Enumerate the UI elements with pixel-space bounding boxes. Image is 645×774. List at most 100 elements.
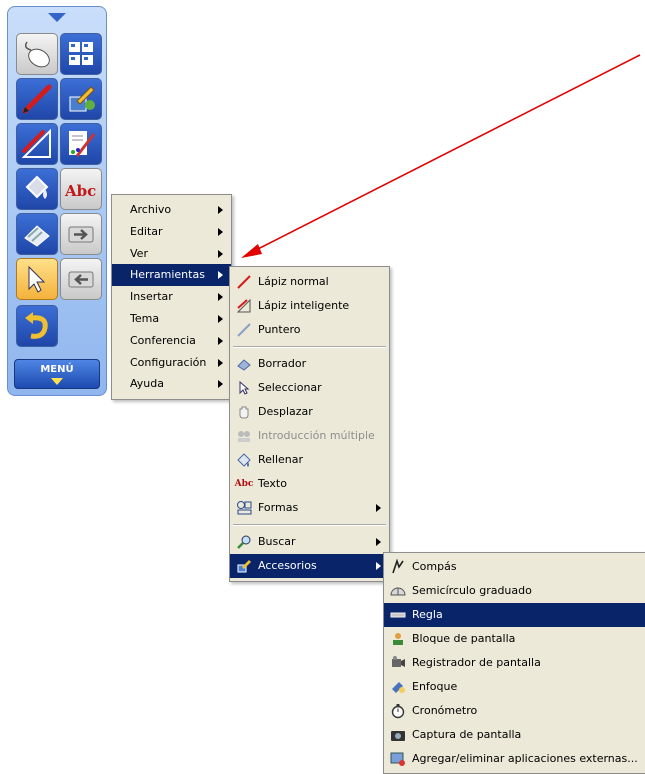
menu-item-label: Lápiz normal [258, 275, 329, 288]
page-sorter-button[interactable] [60, 33, 102, 75]
mouse-tool-button[interactable] [16, 33, 58, 75]
ruler-icon [390, 612, 406, 618]
menu-item-label: Introducción múltiple [258, 429, 375, 442]
menu-item-bloque-de-pantalla[interactable]: Bloque de pantalla [384, 627, 645, 651]
menu-item-accesorios[interactable]: Accesorios [230, 554, 389, 578]
menu-button-label: MENÚ [40, 364, 74, 375]
compass-icon [392, 559, 404, 574]
menu-item-archivo[interactable]: Archivo [112, 199, 231, 221]
menu-item-label: Texto [258, 477, 287, 490]
menu-item-texto[interactable]: Abc Texto [230, 472, 389, 496]
submenu-arrow-icon [218, 314, 223, 323]
main-menu: Archivo Editar Ver Herramientas Insertar… [111, 194, 232, 401]
menu-item-insertar[interactable]: Insertar [112, 286, 231, 308]
eraser-tool-button[interactable] [16, 213, 58, 255]
menu-item-lapiz-inteligente[interactable]: Lápiz inteligente [230, 294, 389, 318]
accessories-icon [237, 560, 251, 573]
menu-button[interactable]: MENÚ [14, 359, 100, 389]
smart-pen-button[interactable] [16, 123, 58, 165]
menu-item-label: Enfoque [412, 680, 458, 693]
menu-item-label: Desplazar [258, 405, 313, 418]
smart-pen-icon [236, 298, 251, 313]
undo-button[interactable] [16, 305, 58, 347]
screen-recorder-icon [392, 656, 405, 667]
svg-text:Abc: Abc [64, 182, 96, 200]
menu-item-label: Tema [130, 311, 160, 325]
screen-block-icon [393, 633, 403, 645]
accessories-tool-icon [69, 86, 95, 112]
menu-item-herramientas[interactable]: Herramientas [112, 264, 231, 287]
menu-item-label: Semicírculo graduado [412, 584, 532, 597]
tools-submenu: Lápiz normal Lápiz inteligente Puntero B… [229, 266, 390, 582]
select-tool-icon [28, 265, 46, 293]
menu-item-label: Accesorios [258, 559, 317, 572]
spotlight-icon [392, 682, 405, 693]
menu-item-seleccionar[interactable]: Seleccionar [230, 376, 389, 400]
menu-item-introduccion-multiple: Introducción múltiple [230, 424, 389, 448]
camera-icon [391, 731, 405, 741]
pen-tool-icon [22, 84, 52, 114]
text-tool-button[interactable]: Abc [60, 168, 102, 210]
select-arrow-icon [239, 380, 250, 395]
fill-tool-button[interactable] [16, 168, 58, 210]
menu-item-formas[interactable]: Formas [230, 496, 389, 520]
menu-item-label: Buscar [258, 535, 296, 548]
menu-item-label: Ayuda [130, 377, 164, 391]
menu-item-label: Lápiz inteligente [258, 299, 350, 312]
menu-item-label: Bloque de pantalla [412, 632, 516, 645]
previous-page-icon [68, 271, 94, 288]
shapes-icon [237, 501, 252, 515]
submenu-arrow-icon [218, 358, 223, 367]
hand-icon [239, 406, 249, 419]
menu-item-ayuda[interactable]: Ayuda [112, 373, 231, 395]
search-icon [237, 535, 251, 549]
accessories-tool-button[interactable] [60, 78, 102, 120]
submenu-arrow-icon [376, 538, 381, 546]
submenu-arrow-icon [218, 249, 223, 258]
menu-item-label: Compás [412, 560, 457, 573]
submenu-arrow-icon [376, 562, 381, 570]
previous-page-button[interactable] [60, 258, 102, 300]
menu-item-semicirculo-graduado[interactable]: Semicírculo graduado [384, 579, 645, 603]
menu-item-ver[interactable]: Ver [112, 243, 231, 265]
menu-item-editar[interactable]: Editar [112, 221, 231, 243]
menu-item-rellenar[interactable]: Rellenar [230, 448, 389, 472]
menu-item-regla[interactable]: Regla [384, 603, 645, 627]
floating-toolbar: Abc MENÚ [7, 6, 107, 396]
menu-item-conferencia[interactable]: Conferencia [112, 330, 231, 352]
menu-item-puntero[interactable]: Puntero [230, 318, 389, 342]
menu-item-label: Ver [130, 246, 148, 260]
menu-item-label: Editar [130, 224, 163, 238]
menu-separator [233, 346, 386, 348]
menu-item-label: Cronómetro [412, 704, 478, 717]
fill-tool-icon [25, 175, 49, 199]
collapse-arrow-icon[interactable] [48, 13, 66, 22]
menu-item-captura-de-pantalla[interactable]: Captura de pantalla [384, 723, 645, 747]
accessories-submenu: Compás Semicírculo graduado Regla Bloque… [383, 552, 645, 774]
menu-item-enfoque[interactable]: Enfoque [384, 675, 645, 699]
menu-item-label: Formas [258, 501, 299, 514]
menu-item-cronometro[interactable]: Cronómetro [384, 699, 645, 723]
multi-input-icon [238, 431, 250, 442]
menu-item-compas[interactable]: Compás [384, 555, 645, 579]
menu-item-label: Insertar [130, 290, 173, 304]
menu-item-lapiz-normal[interactable]: Lápiz normal [230, 270, 389, 294]
creative-pen-button[interactable] [60, 123, 102, 165]
eraser-tool-icon [24, 225, 50, 247]
next-page-button[interactable] [60, 213, 102, 255]
menu-item-configuracion[interactable]: Configuración [112, 352, 231, 374]
creative-pen-icon [69, 131, 96, 157]
menu-item-label: Rellenar [258, 453, 304, 466]
menu-item-label: Puntero [258, 323, 301, 336]
menu-item-desplazar[interactable]: Desplazar [230, 400, 389, 424]
menu-item-buscar[interactable]: Buscar [230, 530, 389, 554]
pen-tool-button[interactable] [16, 78, 58, 120]
menu-item-tema[interactable]: Tema [112, 308, 231, 330]
submenu-arrow-icon [218, 380, 223, 389]
submenu-arrow-icon [218, 206, 223, 214]
select-tool-button[interactable] [16, 258, 58, 300]
menu-item-agregar-eliminar-aplicaciones[interactable]: Agregar/eliminar aplicaciones externas..… [384, 747, 645, 771]
menu-item-borrador[interactable]: Borrador [230, 352, 389, 376]
menu-item-registrador-de-pantalla[interactable]: Registrador de pantalla [384, 651, 645, 675]
menu-item-label: Borrador [258, 357, 307, 370]
